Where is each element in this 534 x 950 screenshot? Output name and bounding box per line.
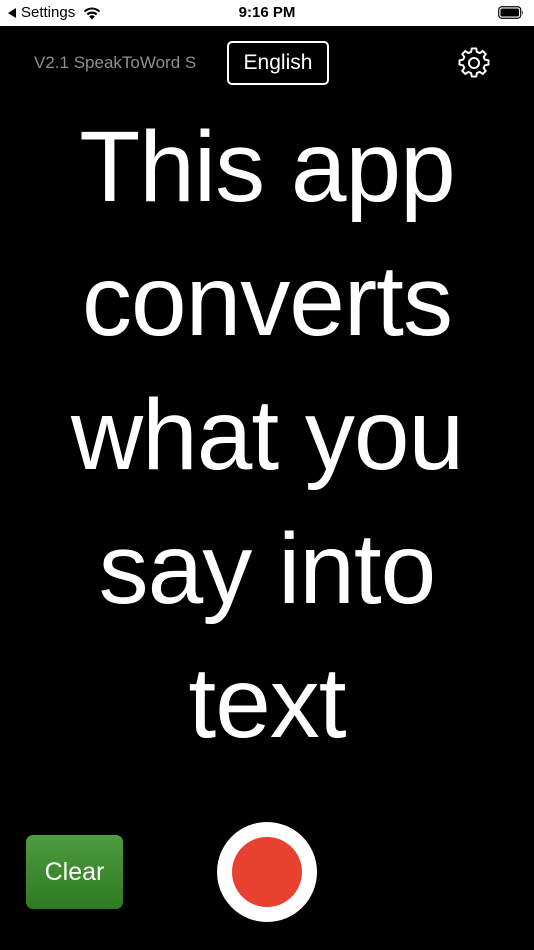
app-screen: Settings 9:16 PM V2.1 SpeakToWord S Engl… — [0, 0, 534, 950]
language-button[interactable]: English — [227, 41, 329, 85]
battery-icon — [498, 6, 523, 19]
transcript-text: This app converts what you say into text — [70, 111, 464, 759]
status-bar: Settings 9:16 PM — [0, 0, 534, 26]
status-time: 9:16 PM — [238, 4, 296, 21]
record-button[interactable] — [217, 822, 317, 922]
gear-icon[interactable] — [458, 47, 490, 79]
version-label: V2.1 SpeakToWord S — [34, 53, 197, 72]
clear-button[interactable]: Clear — [26, 835, 123, 909]
record-icon — [232, 837, 302, 907]
